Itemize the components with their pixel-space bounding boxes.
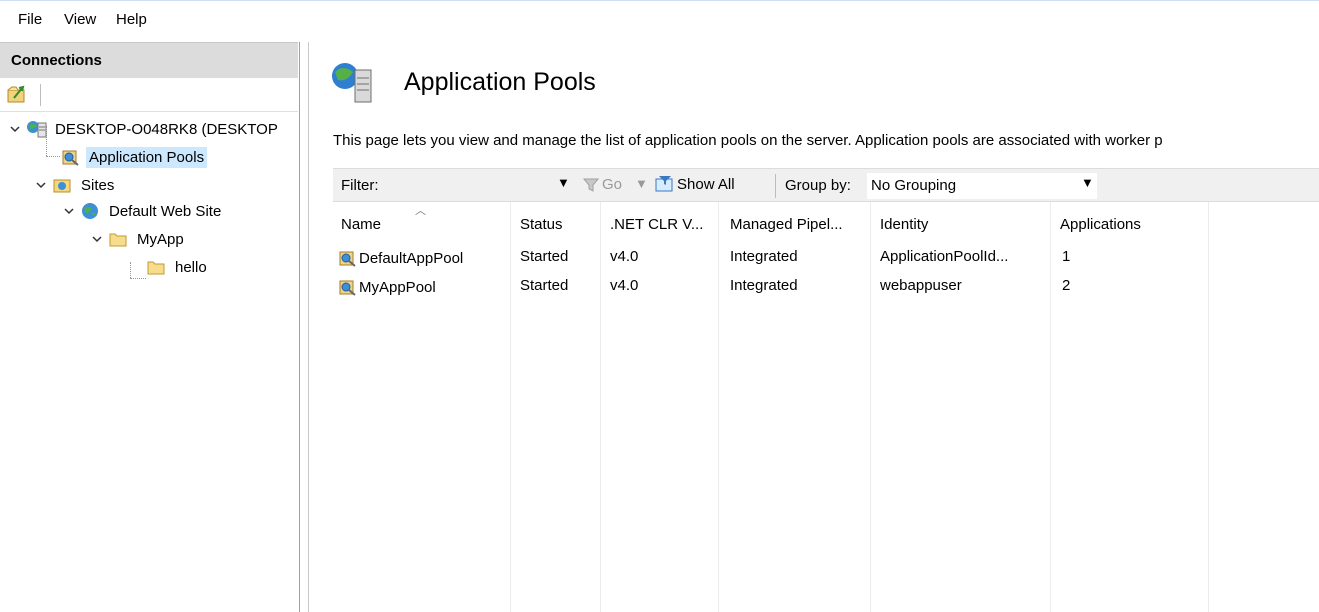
column-header-clr-version[interactable]: .NET CLR V... (610, 216, 703, 233)
column-header-status[interactable]: Status (520, 216, 563, 233)
application-pools-icon (329, 58, 377, 106)
column-header-applications[interactable]: Applications (1060, 216, 1141, 233)
sites-folder-icon (52, 175, 72, 195)
tree-label-application-pools: Application Pools (86, 146, 208, 168)
cell-identity: webappuser (880, 277, 962, 294)
tree-item-myapp[interactable]: MyApp (90, 226, 187, 252)
tree-item-sites[interactable]: Sites (34, 172, 117, 198)
application-pool-icon (60, 147, 80, 167)
funnel-icon (583, 178, 599, 192)
group-by-dropdown-arrow-icon[interactable]: ▼ (1081, 175, 1094, 190)
menu-help[interactable]: Help (114, 11, 149, 28)
menu-view[interactable]: View (62, 11, 98, 28)
connections-toolbar (0, 78, 298, 112)
connections-title: Connections (11, 52, 102, 69)
cell-managed-pipeline: Integrated (730, 248, 798, 265)
menu-file[interactable]: File (16, 11, 44, 28)
menu-bar: File View Help (0, 0, 1319, 42)
page-title: Application Pools (404, 68, 596, 96)
filter-separator (775, 174, 776, 198)
go-button[interactable]: Go (583, 176, 622, 193)
cell-applications: 2 (1062, 277, 1071, 294)
folder-icon (146, 257, 166, 277)
folder-icon (108, 229, 128, 249)
table-row[interactable]: DefaultAppPool Started v4.0 Integrated A… (333, 244, 1209, 272)
go-label: Go (602, 176, 623, 193)
cell-identity: ApplicationPoolId... (880, 248, 1009, 265)
globe-icon (80, 201, 100, 221)
toolbar-separator (40, 84, 41, 106)
chevron-down-icon[interactable] (90, 232, 104, 246)
chevron-down-icon[interactable] (8, 122, 22, 136)
tree-label-myapp: MyApp (137, 230, 184, 248)
filter-label: Filter: (341, 177, 379, 194)
page-description: This page lets you view and manage the l… (333, 132, 1163, 149)
application-pool-icon (339, 280, 356, 296)
tree-item-hello[interactable]: hello (146, 254, 210, 280)
cell-status: Started (520, 277, 569, 294)
connect-icon[interactable] (6, 84, 28, 104)
cell-applications: 1 (1062, 248, 1071, 265)
tree-item-server[interactable]: DESKTOP-O048RK8 (DESKTOP (8, 116, 281, 142)
tree-label-sites: Sites (81, 176, 115, 194)
tree-connector (46, 156, 60, 157)
cell-name: DefaultAppPool (337, 248, 463, 268)
table-row[interactable]: MyAppPool Started v4.0 Integrated webapp… (333, 273, 1209, 301)
tree-connector (130, 262, 131, 278)
pool-name: MyAppPool (359, 278, 436, 296)
cell-clr-version: v4.0 (610, 248, 639, 265)
tree-connector (130, 278, 146, 279)
application-pools-table: ︿ Name Status .NET CLR V... Managed Pipe… (333, 202, 1319, 612)
sort-ascending-icon: ︿ (415, 205, 426, 217)
go-dropdown-arrow-icon[interactable]: ▼ (635, 176, 648, 191)
column-header-identity[interactable]: Identity (880, 216, 928, 233)
cell-status: Started (520, 248, 569, 265)
show-all-label: Show All (677, 175, 735, 193)
chevron-down-icon[interactable] (34, 178, 48, 192)
show-all-icon (655, 176, 673, 192)
application-pool-icon (339, 251, 356, 267)
filter-bar: Filter: ▼ Go ▼ Show All Group by: No Gro… (333, 168, 1319, 202)
group-by-select[interactable]: No Grouping (867, 173, 1097, 199)
cell-managed-pipeline: Integrated (730, 277, 798, 294)
connections-header: Connections (0, 42, 298, 78)
server-icon (26, 119, 47, 139)
main-pane: Application Pools This page lets you vie… (308, 42, 1319, 612)
tree-label-hello: hello (175, 258, 207, 276)
filter-dropdown-arrow-icon[interactable]: ▼ (557, 175, 570, 190)
group-by-label: Group by: (785, 177, 851, 194)
tree-label-server: DESKTOP-O048RK8 (DESKTOP (55, 120, 278, 138)
column-header-name[interactable]: Name (341, 216, 381, 233)
filter-input[interactable] (393, 173, 571, 198)
column-header-managed-pipeline[interactable]: Managed Pipel... (730, 216, 843, 233)
pool-name: DefaultAppPool (359, 249, 464, 267)
cell-clr-version: v4.0 (610, 277, 639, 294)
cell-name: MyAppPool (337, 277, 436, 297)
connections-pane: Connections DESKTOP-O048RK8 (DESKTOP App… (0, 42, 300, 612)
show-all-button[interactable]: Show All (655, 175, 735, 193)
chevron-down-icon[interactable] (62, 204, 76, 218)
tree-item-default-web-site[interactable]: Default Web Site (62, 198, 224, 224)
tree-label-default-web-site: Default Web Site (109, 202, 222, 220)
tree-item-application-pools[interactable]: Application Pools (60, 144, 208, 170)
